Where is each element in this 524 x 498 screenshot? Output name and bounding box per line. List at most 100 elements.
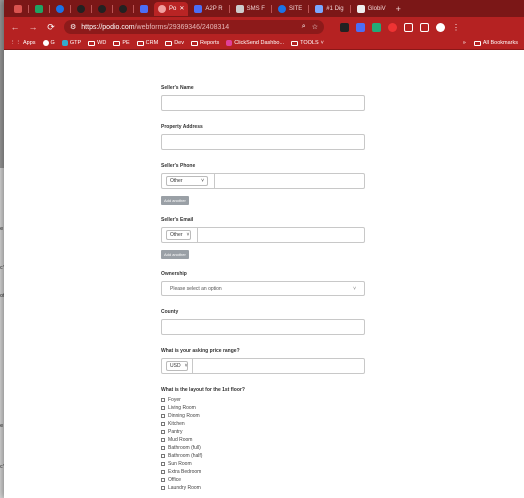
field-label: Seller's Email — [161, 217, 194, 223]
tab[interactable] — [52, 2, 68, 16]
add-another-phone-button[interactable]: Add another — [161, 196, 189, 205]
tab-separator — [308, 4, 310, 13]
back-icon[interactable]: ← — [10, 22, 20, 32]
profile-icon[interactable] — [436, 22, 445, 32]
bookmark-crm[interactable]: CRM — [136, 40, 158, 46]
tab-separator — [228, 4, 230, 13]
gtp-icon — [61, 40, 68, 46]
tab[interactable]: SITE — [274, 2, 306, 16]
bg-snippet: e — [0, 226, 4, 232]
county-input[interactable] — [161, 319, 365, 335]
tab[interactable] — [94, 2, 110, 16]
checkbox[interactable] — [161, 461, 165, 466]
checkbox[interactable] — [161, 413, 165, 418]
bookmark-wd[interactable]: WD — [88, 40, 106, 46]
bookmarks-overflow-button[interactable]: » — [463, 40, 466, 46]
tab[interactable] — [73, 2, 89, 16]
tab[interactable] — [10, 2, 26, 16]
folder-icon — [190, 40, 198, 46]
reload-icon[interactable]: ⟳ — [46, 22, 56, 33]
checkbox-option[interactable]: Bathroom (full) — [161, 445, 365, 451]
bookmark-gtp[interactable]: GTP — [61, 40, 81, 46]
checkbox[interactable] — [161, 397, 165, 402]
bookmark-star-icon[interactable]: ☆ — [312, 23, 318, 31]
checkbox-option[interactable]: Kitchen — [161, 421, 365, 427]
checkbox-option[interactable]: Dinning Room — [161, 413, 365, 419]
tab-active-podio[interactable]: Po ✕ — [154, 1, 189, 16]
checkbox[interactable] — [161, 437, 165, 442]
extension-icon[interactable] — [340, 22, 349, 32]
folder-icon — [136, 40, 144, 46]
tab-close-icon[interactable]: ✕ — [179, 5, 184, 12]
bookmark-dev[interactable]: Dev — [165, 40, 184, 46]
checkbox[interactable] — [161, 485, 165, 490]
apps-grid-icon: ⋮⋮ — [10, 40, 21, 46]
tab[interactable]: SMS F — [232, 2, 269, 16]
tab-separator — [349, 4, 351, 13]
field-label: County — [161, 309, 179, 315]
property-address-field: Property Address — [161, 124, 365, 150]
currency-select[interactable]: USD ˅ — [166, 361, 188, 371]
ownership-select[interactable]: Please select an option ˅ — [161, 281, 365, 296]
checkbox-option[interactable]: Mud Room — [161, 437, 365, 443]
checkbox[interactable] — [161, 405, 165, 410]
tab-separator — [133, 4, 134, 13]
extension-icon[interactable] — [372, 22, 381, 32]
site-settings-icon[interactable]: ⚙ — [70, 23, 76, 31]
email-input[interactable] — [197, 227, 364, 243]
add-another-email-button[interactable]: Add another — [161, 250, 189, 259]
tab[interactable]: A2P R — [190, 2, 226, 16]
url-host: https://podio.com — [81, 23, 135, 31]
email-type-select[interactable]: Other ˅ — [166, 230, 191, 240]
phone-type-select[interactable]: Other ˅ — [166, 176, 208, 186]
checkbox-option[interactable]: Laundry Room — [161, 485, 365, 491]
extension-icon[interactable] — [388, 22, 397, 32]
tab-separator — [49, 4, 50, 13]
tab[interactable]: #1 Dig — [311, 2, 347, 16]
checkbox[interactable] — [161, 477, 165, 482]
tab[interactable]: GlobiV — [353, 2, 390, 16]
county-field: County — [161, 309, 365, 335]
checkbox[interactable] — [161, 469, 165, 474]
field-label: Ownership — [161, 271, 187, 277]
bookmark-pe[interactable]: PE — [113, 40, 130, 46]
price-input[interactable] — [192, 358, 364, 374]
menu-icon[interactable]: ⋮ — [452, 23, 460, 32]
bookmark-g[interactable]: G — [42, 40, 55, 46]
checkbox-option[interactable]: Office — [161, 477, 365, 483]
search-icon[interactable]: ⌕ — [302, 23, 306, 31]
tab[interactable] — [115, 2, 131, 16]
checkbox-option[interactable]: Living Room — [161, 405, 365, 411]
checkbox-option[interactable]: Pantry — [161, 429, 365, 435]
tab[interactable] — [136, 2, 152, 16]
browser-toolbar: ← → ⟳ ⚙ https://podio.com/webforms/29369… — [4, 17, 524, 37]
phone-combo: Other ˅ — [161, 173, 365, 189]
checkbox-option[interactable]: Bathroom (half) — [161, 453, 365, 459]
forward-icon[interactable]: → — [28, 22, 38, 32]
address-bar[interactable]: ⚙ https://podio.com/webforms/29369346/24… — [64, 20, 324, 34]
checkbox[interactable] — [161, 421, 165, 426]
bookmark-clicksend[interactable]: ClickSend Dashbo... — [226, 40, 284, 46]
tab[interactable] — [31, 2, 47, 16]
extensions-puzzle-icon[interactable] — [404, 22, 413, 32]
phone-input[interactable] — [214, 173, 364, 189]
sellers-name-input[interactable] — [161, 95, 365, 111]
checkbox-option[interactable]: Sun Room — [161, 461, 365, 467]
checkbox-option[interactable]: Extra Bedroom — [161, 469, 365, 475]
bookmark-reports[interactable]: Reports — [190, 40, 219, 46]
checkbox[interactable] — [161, 445, 165, 450]
extension-icon[interactable] — [356, 22, 365, 32]
tab-favicon-icon — [277, 4, 286, 13]
all-bookmarks[interactable]: All Bookmarks — [473, 40, 518, 46]
property-address-input[interactable] — [161, 134, 365, 150]
side-panel-icon[interactable] — [420, 22, 429, 32]
checkbox[interactable] — [161, 429, 165, 434]
bookmark-tools[interactable]: TOOLS ˅ — [291, 40, 324, 46]
chevron-down-icon: ˅ — [186, 232, 190, 238]
chevron-down-icon: ˅ — [320, 40, 324, 46]
sms-icon — [235, 4, 244, 13]
bookmark-apps[interactable]: ⋮⋮ Apps — [10, 40, 36, 46]
checkbox-option[interactable]: Foyer — [161, 397, 365, 403]
checkbox[interactable] — [161, 453, 165, 458]
new-tab-button[interactable]: + — [392, 2, 405, 16]
